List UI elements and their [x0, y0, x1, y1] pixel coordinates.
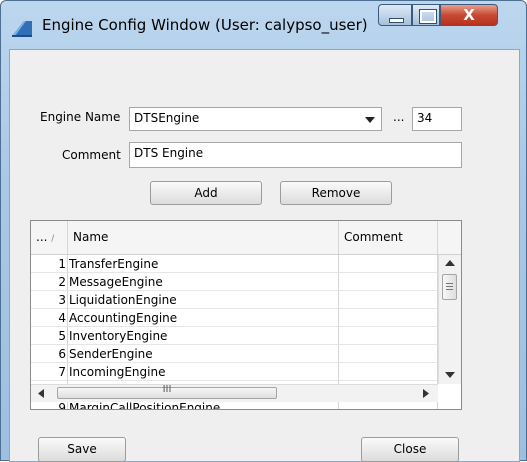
add-button[interactable]: Add: [150, 181, 262, 205]
comment-value: DTS Engine: [134, 146, 204, 160]
engine-id-field[interactable]: 34: [412, 107, 462, 131]
cell-comment: [339, 291, 438, 309]
table-row[interactable]: 4 AccountingEngine: [31, 309, 438, 327]
engine-name-combo[interactable]: DTSEngine: [129, 107, 382, 131]
scroll-down-icon[interactable]: [445, 372, 455, 378]
cell-num: 6: [31, 345, 68, 363]
window-controls: X: [378, 4, 522, 28]
table-row[interactable]: 2 MessageEngine: [31, 273, 438, 291]
window-title: Engine Config Window (User: calypso_user…: [42, 16, 368, 34]
table-row[interactable]: 5 InventoryEngine: [31, 327, 438, 345]
close-window-button[interactable]: X: [440, 4, 498, 26]
column-header-number[interactable]: ... /: [31, 221, 68, 254]
vertical-scrollbar[interactable]: [438, 255, 461, 384]
cell-name: AccountingEngine: [68, 309, 339, 327]
scroll-left-icon[interactable]: [38, 389, 44, 398]
cell-num: 5: [31, 327, 68, 345]
table-row[interactable]: 3 LiquidationEngine: [31, 291, 438, 309]
scroll-right-icon[interactable]: [423, 389, 429, 398]
engine-name-label: Engine Name: [40, 110, 121, 124]
cell-num: 7: [31, 363, 68, 381]
engine-id-value: 34: [417, 111, 433, 125]
cell-comment: [339, 363, 438, 381]
app-icon: [12, 21, 32, 37]
column-header-name[interactable]: Name: [68, 221, 339, 254]
cell-comment: [339, 255, 438, 273]
cell-name: SenderEngine: [68, 345, 339, 363]
table-row[interactable]: 1 TransferEngine: [31, 255, 438, 273]
table-row[interactable]: 6 SenderEngine: [31, 345, 438, 363]
table-row[interactable]: 7 IncomingEngine: [31, 363, 438, 381]
maximize-button[interactable]: [412, 4, 440, 26]
save-button[interactable]: Save: [38, 437, 126, 462]
ellipsis-label: ...: [393, 110, 405, 124]
engine-name-value: DTSEngine: [134, 111, 200, 125]
table-header: ... / Name Comment: [31, 221, 461, 255]
sort-indicator-icon: /: [51, 234, 55, 244]
cell-num: 4: [31, 309, 68, 327]
cell-num: 3: [31, 291, 68, 309]
vertical-scroll-thumb[interactable]: [442, 274, 457, 300]
comment-label: Comment: [62, 148, 121, 162]
column-header-comment[interactable]: Comment: [339, 221, 438, 254]
cell-name: LiquidationEngine: [68, 291, 339, 309]
cell-name: InventoryEngine: [68, 327, 339, 345]
engines-table: ... / Name Comment 1 TransferEngine 2 Messa…: [30, 220, 462, 410]
cell-name: IncomingEngine: [68, 363, 339, 381]
chevron-down-icon[interactable]: [365, 117, 375, 123]
minimize-icon: [389, 18, 404, 23]
horizontal-scrollbar[interactable]: III: [31, 384, 438, 402]
cell-name: TransferEngine: [68, 255, 339, 273]
engine-config-window: Engine Config Window (User: calypso_user…: [0, 0, 527, 462]
cell-name: MessageEngine: [68, 273, 339, 291]
cell-num: 1: [31, 255, 68, 273]
cell-comment: [339, 327, 438, 345]
cell-comment: [339, 345, 438, 363]
column-number-label: ...: [36, 230, 48, 244]
cell-num: 2: [31, 273, 68, 291]
title-bar[interactable]: Engine Config Window (User: calypso_user…: [1, 1, 526, 49]
horizontal-scroll-thumb[interactable]: III: [57, 384, 277, 399]
comment-field[interactable]: DTS Engine: [129, 142, 462, 168]
cell-comment: [339, 273, 438, 291]
scroll-up-icon[interactable]: [445, 260, 455, 266]
scroll-grip: III: [162, 384, 172, 395]
minimize-button[interactable]: [378, 4, 412, 26]
close-button[interactable]: Close: [361, 437, 459, 462]
cell-comment: [339, 309, 438, 327]
close-icon: X: [463, 6, 475, 24]
maximize-icon: [419, 9, 437, 24]
remove-button[interactable]: Remove: [280, 181, 392, 205]
